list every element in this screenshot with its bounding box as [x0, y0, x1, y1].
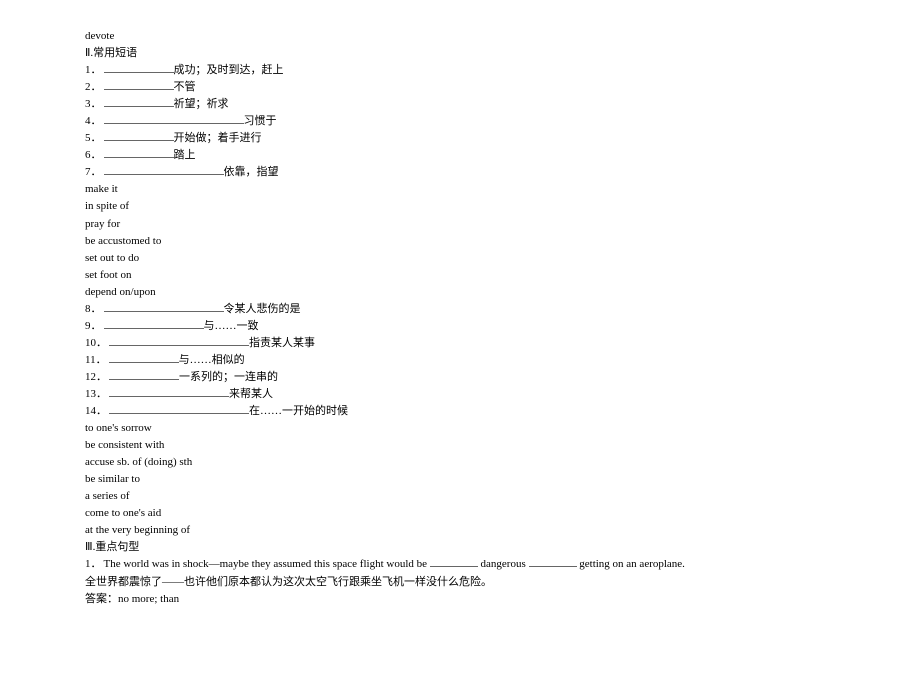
- answer-3: pray for: [85, 216, 835, 233]
- blank: [104, 302, 224, 312]
- answer-label: 答案：: [85, 593, 118, 605]
- item-text: 一系列的；一连串的: [179, 371, 278, 383]
- item-num: 11．: [85, 354, 107, 366]
- sentence-num: 1．: [85, 558, 102, 570]
- answer-line: 答案：no more; than: [85, 591, 835, 608]
- blank: [430, 557, 478, 567]
- answer-1: make it: [85, 181, 835, 198]
- sentence-part1: The world was in shock—maybe they assume…: [104, 558, 430, 570]
- blank: [104, 63, 174, 73]
- answer-2: in spite of: [85, 198, 835, 215]
- blank: [529, 557, 577, 567]
- item-text: 指责某人某事: [249, 337, 315, 349]
- item-text: 开始做；着手进行: [174, 132, 262, 144]
- blank: [104, 131, 174, 141]
- blank: [109, 370, 179, 380]
- translation: 全世界都震惊了——也许他们原本都认为这次太空飞行跟乘坐飞机一样没什么危险。: [85, 574, 835, 591]
- item-text: 与……相似的: [179, 354, 245, 366]
- item-text: 成功；及时到达，赶上: [174, 64, 284, 76]
- item-5: 5． 开始做；着手进行: [85, 130, 835, 147]
- answer-text: no more; than: [118, 593, 179, 605]
- item-text: 踏上: [174, 149, 196, 161]
- item-11: 11． 与……相似的: [85, 352, 835, 369]
- blank: [109, 387, 229, 397]
- sentence-part3: getting on an aeroplane.: [577, 558, 685, 570]
- blank: [104, 114, 244, 124]
- item-3: 3． 祈望；祈求: [85, 96, 835, 113]
- item-8: 8． 令某人悲伤的是: [85, 301, 835, 318]
- item-9: 9． 与……一致: [85, 318, 835, 335]
- blank: [104, 97, 174, 107]
- item-14: 14． 在……一开始的时候: [85, 403, 835, 420]
- item-text: 祈望；祈求: [174, 98, 229, 110]
- item-6: 6． 踏上: [85, 147, 835, 164]
- item-num: 4．: [85, 115, 102, 127]
- blank: [109, 404, 249, 414]
- item-text: 与……一致: [204, 320, 259, 332]
- answer-12: a series of: [85, 488, 835, 505]
- item-text: 来帮某人: [229, 388, 273, 400]
- item-num: 3．: [85, 98, 102, 110]
- blank: [109, 353, 179, 363]
- item-text: 令某人悲伤的是: [224, 303, 301, 315]
- blank: [104, 165, 224, 175]
- blank: [104, 319, 204, 329]
- item-num: 1．: [85, 64, 102, 76]
- answer-9: be consistent with: [85, 437, 835, 454]
- item-text: 不管: [174, 81, 196, 93]
- answer-10: accuse sb. of (doing) sth: [85, 454, 835, 471]
- item-num: 9．: [85, 320, 102, 332]
- blank: [104, 148, 174, 158]
- item-num: 14．: [85, 405, 107, 417]
- sentence-1: 1．The world was in shock—maybe they assu…: [85, 556, 835, 573]
- item-num: 6．: [85, 149, 102, 161]
- section3-title: Ⅲ.重点句型: [85, 539, 835, 556]
- item-7: 7． 依靠，指望: [85, 164, 835, 181]
- header-word: devote: [85, 28, 835, 45]
- item-num: 8．: [85, 303, 102, 315]
- item-text: 依靠，指望: [224, 166, 279, 178]
- item-13: 13． 来帮某人: [85, 386, 835, 403]
- item-num: 7．: [85, 166, 102, 178]
- item-10: 10． 指责某人某事: [85, 335, 835, 352]
- blank: [109, 336, 249, 346]
- item-2: 2． 不管: [85, 79, 835, 96]
- item-text: 在……一开始的时候: [249, 405, 348, 417]
- answer-5: set out to do: [85, 250, 835, 267]
- answer-6: set foot on: [85, 267, 835, 284]
- sentence-part2: dangerous: [478, 558, 529, 570]
- answer-7: depend on/upon: [85, 284, 835, 301]
- answer-4: be accustomed to: [85, 233, 835, 250]
- item-4: 4． 习惯于: [85, 113, 835, 130]
- item-num: 13．: [85, 388, 107, 400]
- item-num: 12．: [85, 371, 107, 383]
- answer-8: to one's sorrow: [85, 420, 835, 437]
- answer-11: be similar to: [85, 471, 835, 488]
- item-num: 10．: [85, 337, 107, 349]
- item-num: 2．: [85, 81, 102, 93]
- answer-13: come to one's aid: [85, 505, 835, 522]
- blank: [104, 80, 174, 90]
- item-12: 12． 一系列的；一连串的: [85, 369, 835, 386]
- item-1: 1． 成功；及时到达，赶上: [85, 62, 835, 79]
- item-num: 5．: [85, 132, 102, 144]
- answer-14: at the very beginning of: [85, 522, 835, 539]
- section2-title: Ⅱ.常用短语: [85, 45, 835, 62]
- item-text: 习惯于: [244, 115, 277, 127]
